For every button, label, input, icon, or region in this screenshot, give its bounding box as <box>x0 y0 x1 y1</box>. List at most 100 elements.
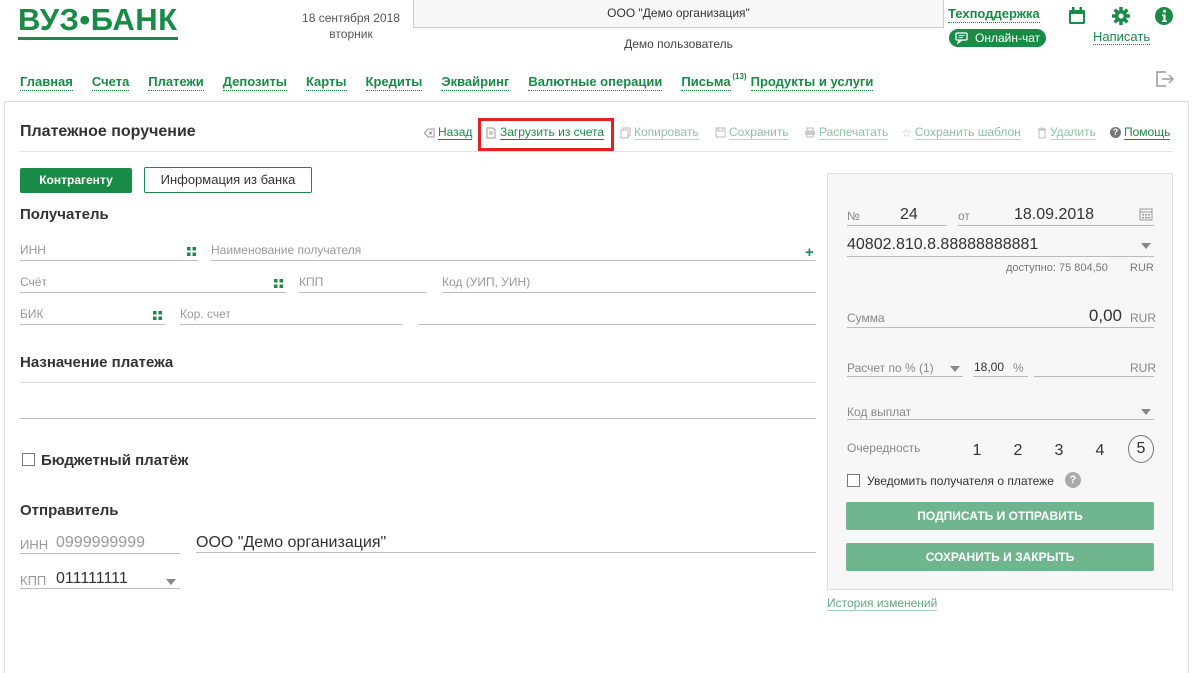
copy-icon <box>620 127 631 138</box>
save-button[interactable]: Сохранить <box>715 125 789 140</box>
corr-account-placeholder: Кор. счет <box>180 307 231 321</box>
payout-chevron-down-icon[interactable] <box>1141 409 1151 415</box>
recipient-name-placeholder: Наименование получателя <box>211 243 362 257</box>
calendar-icon[interactable] <box>1067 6 1087 26</box>
bank-name-field[interactable] <box>418 305 816 325</box>
notify-recipient-checkbox[interactable] <box>847 474 860 487</box>
priority-option-2[interactable]: 2 <box>1005 438 1031 464</box>
title-divider <box>20 151 1173 152</box>
sender-name-value[interactable]: ООО "Демо организация" <box>196 534 386 552</box>
recipient-account-placeholder: Счёт <box>20 275 47 289</box>
print-button[interactable]: Распечатать <box>804 125 889 140</box>
priority-option-5-selected[interactable]: 5 <box>1128 435 1154 463</box>
vat-select-underline <box>847 376 963 377</box>
nav-item-accounts[interactable]: Счета <box>91 74 130 91</box>
add-recipient-plus-icon[interactable]: + <box>805 245 814 260</box>
vat-amount-underline <box>1034 376 1154 377</box>
nav-item-letters[interactable]: Письма (13) <box>681 72 747 91</box>
sum-value[interactable]: 0,00 <box>1060 306 1122 326</box>
organization-selector[interactable]: ООО "Демо организация" <box>413 0 944 28</box>
gear-icon[interactable] <box>1111 6 1131 26</box>
sender-heading: Отправитель <box>20 502 119 519</box>
uin-code-placeholder: Код (УИП, УИН) <box>442 275 531 289</box>
nav-item-credits[interactable]: Кредиты <box>365 74 423 91</box>
tab-bank-info[interactable]: Информация из банка <box>144 167 312 193</box>
sum-underline <box>847 327 1154 328</box>
back-button[interactable]: Назад <box>424 125 473 140</box>
nav-item-main[interactable]: Главная <box>20 74 73 91</box>
budget-payment-checkbox[interactable] <box>22 453 35 466</box>
nav-item-letters-label: Письма <box>681 74 731 89</box>
payout-code-select[interactable]: Код выплат <box>847 405 911 419</box>
letters-count-badge: (13) <box>732 72 747 81</box>
nav-item-currency[interactable]: Валютные операции <box>528 74 663 91</box>
sender-kpp-value[interactable]: 011111111 <box>56 570 128 588</box>
nav-item-cards[interactable]: Карты <box>305 74 347 91</box>
help-button[interactable]: ? Помощь <box>1110 125 1171 140</box>
corr-account-field[interactable]: Кор. счет <box>180 305 402 325</box>
back-label: Назад <box>438 125 473 140</box>
exit-icon[interactable] <box>1155 70 1175 88</box>
sender-inn-value[interactable]: 0999999999 <box>56 534 145 552</box>
copy-label: Копировать <box>634 125 699 140</box>
date-calendar-icon[interactable] <box>1139 207 1153 221</box>
bank-logo[interactable]: ВУЗ•БАНК <box>18 4 180 40</box>
doc-number-underline <box>847 225 947 226</box>
nav-item-acquiring[interactable]: Эквайринг <box>441 74 510 91</box>
sender-kpp-underline <box>20 588 180 589</box>
directory-grid-icon[interactable] <box>187 247 196 256</box>
bik-field[interactable]: БИК <box>20 305 165 325</box>
change-history-link[interactable]: История изменений <box>827 596 938 611</box>
doc-date-value[interactable]: 18.09.2018 <box>1014 206 1094 224</box>
save-template-button[interactable]: ☆ Сохранить шаблон <box>901 125 1021 140</box>
logo-underline <box>18 37 178 40</box>
purpose-top-line <box>20 382 816 383</box>
recipient-kpp-field[interactable]: КПП <box>299 273 426 293</box>
recipient-kpp-placeholder: КПП <box>299 275 324 289</box>
priority-option-3[interactable]: 3 <box>1046 438 1072 464</box>
support-link[interactable]: Техподдержка <box>948 6 1040 23</box>
bik-placeholder: БИК <box>20 307 44 321</box>
save-icon <box>715 127 726 138</box>
purpose-textarea[interactable] <box>20 384 816 419</box>
vat-calc-select[interactable]: Расчет по % (1) <box>847 361 934 375</box>
payer-account-select[interactable]: 40802.810.8.88888888881 <box>847 236 1038 254</box>
weekday-text: вторник <box>329 27 373 41</box>
recipient-account-field[interactable]: Счёт <box>20 273 286 293</box>
write-link[interactable]: Написать <box>1093 29 1151 45</box>
date-text: 18 сентября 2018 <box>302 11 400 25</box>
doc-number-value[interactable]: 24 <box>900 206 918 224</box>
info-icon[interactable] <box>1154 6 1174 26</box>
tab-counterparty[interactable]: Контрагенту <box>20 168 132 193</box>
available-currency: RUR <box>1130 262 1154 274</box>
sign-and-send-button[interactable]: ПОДПИСАТЬ И ОТПРАВИТЬ <box>846 502 1154 530</box>
recipient-inn-field[interactable]: ИНН <box>20 241 198 261</box>
logo-text: ВУЗ•БАНК <box>18 2 178 37</box>
priority-option-4[interactable]: 4 <box>1087 438 1113 464</box>
uin-code-field[interactable]: Код (УИП, УИН) <box>442 273 816 293</box>
recipient-name-field[interactable]: Наименование получателя <box>211 241 816 261</box>
delete-button[interactable]: Удалить <box>1037 125 1096 140</box>
vat-chevron-down-icon[interactable] <box>950 366 960 372</box>
notify-recipient-label: Уведомить получателя о платеже <box>867 474 1054 488</box>
sender-name-underline <box>196 552 816 553</box>
copy-button[interactable]: Копировать <box>620 125 699 140</box>
notify-help-icon[interactable]: ? <box>1065 472 1081 488</box>
budget-payment-label: Бюджетный платёж <box>41 452 189 469</box>
nav-item-deposits[interactable]: Депозиты <box>222 74 287 91</box>
kpp-chevron-down-icon[interactable] <box>166 579 176 585</box>
sender-inn-underline <box>20 553 180 554</box>
online-chat-button[interactable]: Онлайн-чат <box>949 29 1046 47</box>
question-icon: ? <box>1110 127 1121 138</box>
account-chevron-down-icon[interactable] <box>1141 243 1151 249</box>
vat-currency: RUR <box>1130 361 1156 375</box>
vat-rate-value[interactable]: 18,00 <box>974 360 1004 374</box>
bik-grid-icon[interactable] <box>153 311 162 320</box>
nav-item-products[interactable]: Продукты и услуги <box>750 74 874 91</box>
save-and-close-button[interactable]: СОХРАНИТЬ И ЗАКРЫТЬ <box>846 543 1154 571</box>
priority-option-1[interactable]: 1 <box>964 438 990 464</box>
vat-rate-underline <box>973 376 1028 377</box>
account-grid-icon[interactable] <box>274 279 283 288</box>
doc-date-underline <box>958 225 1154 226</box>
nav-item-payments[interactable]: Платежи <box>148 74 204 91</box>
